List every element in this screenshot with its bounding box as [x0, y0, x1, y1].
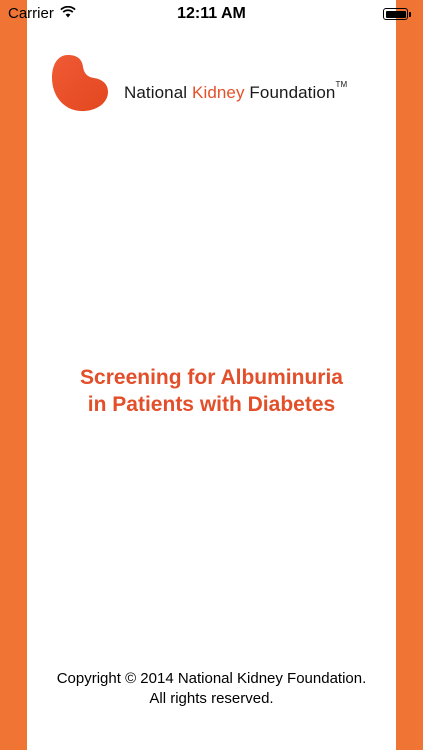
- nkf-logo: National Kidney FoundationTM: [50, 52, 390, 122]
- splash-screen: Carrier 12:11 AM National Kidney Foundat…: [0, 0, 423, 750]
- right-accent-bar: [396, 0, 423, 750]
- logo-word-foundation: Foundation: [244, 83, 336, 102]
- battery-full-icon: [383, 8, 413, 22]
- copyright-notice: Copyright © 2014 National Kidney Foundat…: [27, 669, 396, 709]
- app-title-line1: Screening for Albuminuria: [80, 366, 343, 389]
- status-time: 12:11 AM: [177, 5, 246, 22]
- status-bar: Carrier 12:11 AM: [0, 0, 423, 30]
- logo-word-kidney: Kidney: [192, 83, 245, 102]
- copyright-line1: Copyright © 2014 National Kidney Foundat…: [56, 670, 367, 687]
- logo-wordmark: National Kidney FoundationTM: [124, 80, 348, 103]
- app-title: Screening for Albuminuria in Patients wi…: [27, 364, 396, 418]
- logo-word-national: National: [124, 83, 192, 102]
- copyright-line2: All rights reserved.: [149, 690, 274, 707]
- app-title-line2: in Patients with Diabetes: [87, 393, 336, 416]
- left-accent-bar: [0, 0, 27, 750]
- kidney-logo-icon: [50, 52, 110, 119]
- trademark-mark: TM: [335, 80, 348, 89]
